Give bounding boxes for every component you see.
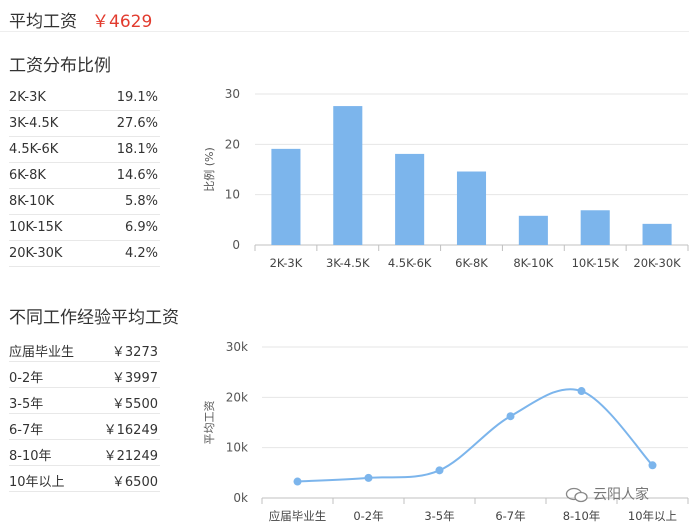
table-row: 10K-15K 6.9% — [9, 215, 160, 241]
table-row: 0-2年 ￥3997 — [9, 362, 160, 388]
table-row: 3K-4.5K 27.6% — [9, 111, 160, 137]
table-row: 6-7年 ￥16249 — [9, 414, 160, 440]
row-value: 5.8% — [124, 194, 158, 209]
row-label: 8-10年 — [9, 449, 52, 464]
row-label: 10K-15K — [9, 220, 63, 235]
y-tick-label: 0 — [232, 238, 240, 252]
experience-salary-title: 不同工作经验平均工资 — [9, 308, 179, 328]
salary-distribution-table: 2K-3K 19.1% 3K-4.5K 27.6% 4.5K-6K 18.1% 6K-8K 1… — [9, 85, 160, 267]
table-row: 2K-3K 19.1% — [9, 85, 160, 111]
table-row: 6K-8K 14.6% — [9, 163, 160, 189]
x-tick-label: 8K-10K — [513, 256, 553, 270]
bar — [642, 223, 672, 245]
x-tick-label: 6-7年 — [495, 509, 525, 523]
row-value: 6.9% — [124, 220, 158, 235]
x-tick-label: 6K-8K — [455, 256, 488, 270]
y-tick-label: 20 — [225, 137, 240, 151]
table-row: 3-5年 ￥5500 — [9, 388, 160, 414]
data-point — [435, 466, 444, 475]
x-tick-label: 10K-15K — [572, 256, 620, 270]
watermark: 云阳人家 — [565, 484, 649, 504]
row-label: 8K-10K — [9, 194, 55, 209]
x-tick-label: 10年以上 — [628, 509, 677, 523]
table-row: 4.5K-6K 18.1% — [9, 137, 160, 163]
x-tick-label: 4.5K-6K — [388, 256, 432, 270]
bar — [518, 215, 548, 245]
y-tick-label: 0k — [233, 491, 248, 505]
row-label: 10年以上 — [9, 475, 65, 490]
data-point — [293, 477, 302, 486]
y-tick-label: 10 — [225, 188, 240, 202]
x-tick-label: 8-10年 — [563, 509, 601, 523]
row-value: 27.6% — [116, 116, 158, 131]
row-value: ￥5500 — [111, 397, 158, 412]
table-row: 10年以上 ￥6500 — [9, 466, 160, 492]
table-row: 8K-10K 5.8% — [9, 189, 160, 215]
row-label: 应届毕业生 — [9, 345, 75, 360]
row-value: ￥6500 — [111, 475, 158, 490]
y-tick-label: 30k — [226, 340, 248, 354]
row-value: 4.2% — [124, 246, 158, 261]
bar — [456, 171, 487, 245]
x-tick-label: 应届毕业生 — [269, 509, 327, 523]
table-row: 应届毕业生 ￥3273 — [9, 336, 160, 362]
y-axis-label: 平均工资 — [203, 401, 216, 445]
y-axis-label: 比例 (%) — [202, 147, 216, 192]
row-value: 14.6% — [116, 168, 158, 183]
data-point — [506, 412, 515, 421]
average-salary-label: 平均工资 — [9, 12, 77, 32]
x-tick-label: 0-2年 — [353, 509, 383, 523]
table-row: 8-10年 ￥21249 — [9, 440, 160, 466]
row-label: 0-2年 — [9, 371, 44, 386]
salary-distribution-title: 工资分布比例 — [9, 56, 111, 76]
experience-salary-table: 应届毕业生 ￥3273 0-2年 ￥3997 3-5年 ￥5500 6-7年 ￥16249 8-… — [9, 336, 160, 492]
watermark-text: 云阳人家 — [593, 487, 649, 503]
average-salary-value: ￥4629 — [92, 12, 153, 32]
bar — [271, 148, 301, 245]
series-line — [297, 388, 654, 483]
table-row: 20K-30K 4.2% — [9, 241, 160, 267]
y-tick-label: 10k — [226, 441, 248, 455]
row-label: 2K-3K — [9, 90, 46, 105]
salary-distribution-bar-chart: 0 10 20 30 比例 (%) 2K-3K 3K-4.5K 4.5K-6K 6K-8K 8K-… — [202, 87, 689, 270]
y-tick-label: 20k — [226, 390, 248, 404]
bar — [580, 210, 610, 245]
row-value: 19.1% — [116, 90, 158, 105]
data-point — [364, 473, 373, 482]
x-tick-label: 2K-3K — [270, 256, 303, 270]
x-tick-label: 20K-30K — [633, 256, 681, 270]
x-tick-label: 3-5年 — [424, 509, 454, 523]
row-value: 18.1% — [116, 142, 158, 157]
row-label: 20K-30K — [9, 246, 63, 261]
row-label: 6-7年 — [9, 423, 44, 438]
row-label: 3K-4.5K — [9, 116, 59, 131]
row-value: ￥3997 — [111, 371, 158, 386]
bar — [395, 153, 425, 245]
wechat-icon — [565, 487, 588, 503]
data-point — [648, 461, 657, 470]
bar — [333, 106, 363, 245]
average-salary-header: 平均工资 ￥4629 — [0, 0, 689, 32]
y-tick-label: 30 — [225, 87, 240, 101]
row-value: ￥3273 — [111, 345, 158, 360]
row-label: 4.5K-6K — [9, 142, 59, 157]
row-value: ￥16249 — [103, 423, 158, 438]
row-label: 6K-8K — [9, 168, 46, 183]
data-point — [577, 387, 586, 396]
row-value: ￥21249 — [103, 449, 158, 464]
row-label: 3-5年 — [9, 397, 44, 412]
x-tick-label: 3K-4.5K — [326, 256, 370, 270]
